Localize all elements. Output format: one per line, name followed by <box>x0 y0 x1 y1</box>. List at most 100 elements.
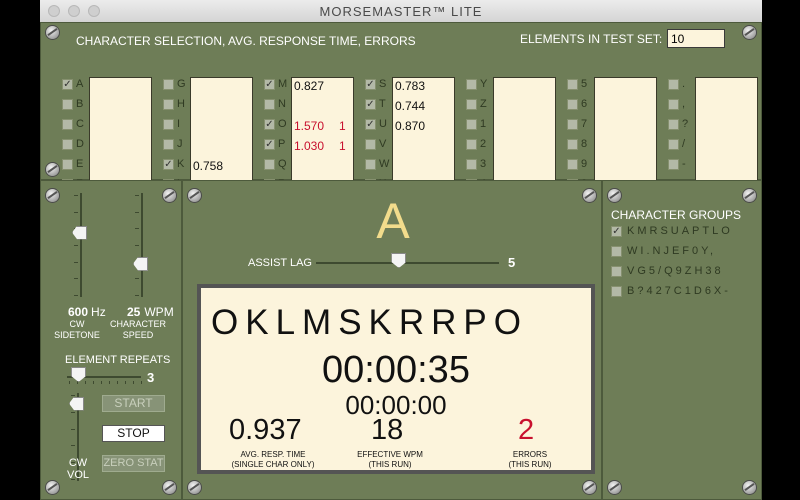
character-checkbox[interactable] <box>567 139 578 150</box>
response-time-list: 0.7580.925 <box>190 77 253 196</box>
screw-icon <box>46 481 59 494</box>
character-group-checkbox[interactable]: ✓ <box>611 226 622 237</box>
character-label: K <box>177 158 185 170</box>
speed-slider-thumb[interactable] <box>133 256 148 271</box>
screw-icon <box>163 481 176 494</box>
volume-label: CW VOL <box>66 457 89 481</box>
character-label: 9 <box>581 158 588 170</box>
character-checkbox[interactable] <box>567 79 578 90</box>
character-group-checkbox[interactable] <box>611 286 622 297</box>
character-checkbox[interactable] <box>466 139 477 150</box>
character-group-checkbox[interactable] <box>611 266 622 277</box>
response-time-value: 0.827 <box>294 79 325 93</box>
character-label: . <box>682 78 686 90</box>
character-label: Q <box>278 158 287 170</box>
character-groups-heading: CHARACTER GROUPS <box>611 208 742 222</box>
screw-icon <box>163 189 176 202</box>
assist-lag-label: ASSIST LAG <box>248 257 312 269</box>
character-label: A <box>76 78 84 90</box>
character-checkbox[interactable] <box>668 159 679 170</box>
character-checkbox[interactable] <box>567 99 578 110</box>
character-label: B <box>76 98 84 110</box>
character-label: 6 <box>581 98 588 110</box>
response-time-value: 0.758 <box>193 159 224 173</box>
character-label: - <box>682 158 686 170</box>
effective-wpm-label: EFFECTIVE WPM (THIS RUN) <box>357 450 423 469</box>
character-checkbox[interactable] <box>163 119 174 130</box>
title-bar: MORSEMASTER™ LITE <box>40 0 762 23</box>
character-checkbox[interactable]: ✓ <box>365 79 376 90</box>
character-label: Z <box>480 98 487 110</box>
element-repeats-slider-thumb[interactable] <box>71 367 87 382</box>
character-label: 1 <box>480 118 487 130</box>
character-checkbox[interactable]: ✓ <box>264 119 275 130</box>
errors-label: ERRORS (THIS RUN) <box>508 450 552 469</box>
character-label: 5 <box>581 78 588 90</box>
selection-heading: CHARACTER SELECTION, AVG. RESPONSE TIME,… <box>76 34 416 48</box>
character-checkbox[interactable] <box>62 139 73 150</box>
stop-button[interactable]: STOP <box>102 425 165 442</box>
response-time-value: 0.870 <box>395 119 426 133</box>
character-checkbox[interactable] <box>163 99 174 110</box>
character-checkbox[interactable] <box>567 159 578 170</box>
screw-icon <box>188 481 201 494</box>
readout-screen: OKLMSKRRPO 00:00:35 00:00:00 0.937 18 2 … <box>197 284 595 474</box>
character-checkbox[interactable] <box>264 99 275 110</box>
character-checkbox[interactable]: ✓ <box>264 79 275 90</box>
character-label: D <box>76 138 84 150</box>
assist-lag-slider-thumb[interactable] <box>391 253 407 268</box>
character-label: 7 <box>581 118 588 130</box>
character-group-checkbox[interactable] <box>611 246 622 257</box>
character-checkbox[interactable] <box>668 99 679 110</box>
errors-value: 2 <box>518 414 535 446</box>
character-checkbox[interactable]: ✓ <box>264 139 275 150</box>
screw-icon <box>583 481 596 494</box>
character-checkbox[interactable] <box>163 79 174 90</box>
screw-icon <box>46 163 59 176</box>
character-label: T <box>379 98 386 110</box>
character-checkbox[interactable] <box>567 119 578 130</box>
response-time-value: 1.030 <box>294 139 325 153</box>
elements-in-test-set-input[interactable] <box>667 29 725 48</box>
character-checkbox[interactable] <box>365 139 376 150</box>
character-checkbox[interactable] <box>62 159 73 170</box>
current-character: A <box>376 193 410 249</box>
character-checkbox[interactable] <box>62 119 73 130</box>
display-panel: A ASSIST LAG 5 OKLMSKRRPO 00:00:35 00:00… <box>182 180 602 500</box>
character-checkbox[interactable] <box>264 159 275 170</box>
start-button[interactable]: START <box>102 395 165 412</box>
character-checkbox[interactable] <box>668 79 679 90</box>
response-time-list <box>493 77 556 196</box>
character-checkbox[interactable] <box>466 119 477 130</box>
response-time-value: 0.783 <box>395 79 426 93</box>
character-checkbox[interactable]: ✓ <box>365 99 376 110</box>
character-checkbox[interactable] <box>668 119 679 130</box>
volume-slider-thumb[interactable] <box>69 396 84 411</box>
character-checkbox[interactable] <box>163 139 174 150</box>
character-checkbox[interactable] <box>365 159 376 170</box>
avg-response-label: AVG. RESP. TIME (SINGLE CHAR ONLY) <box>231 450 315 469</box>
zero-stat-button[interactable]: ZERO STAT <box>102 455 165 472</box>
character-checkbox[interactable]: ✓ <box>365 119 376 130</box>
character-checkbox[interactable] <box>466 99 477 110</box>
controls-panel: 600 Hz 25 WPM CW SIDETONE CHARACTER SPEED … <box>40 180 182 500</box>
character-checkbox[interactable]: ✓ <box>163 159 174 170</box>
character-checkbox[interactable] <box>466 159 477 170</box>
character-checkbox[interactable]: ✓ <box>62 79 73 90</box>
character-label: W <box>379 158 390 170</box>
screw-icon <box>608 189 621 202</box>
character-label: , <box>682 98 686 110</box>
character-label: 2 <box>480 138 487 150</box>
effective-wpm-value: 18 <box>371 414 404 446</box>
screw-icon <box>743 189 756 202</box>
character-label: U <box>379 118 387 130</box>
app-window: MORSEMASTER™ LITE CHARACTER SELECTION, A… <box>40 0 762 500</box>
sidetone-label: CW SIDETONE <box>54 319 100 340</box>
character-label: 3 <box>480 158 487 170</box>
character-groups-panel: CHARACTER GROUPS ✓ KMRSUAPTLO WI.NJEF0Y, VG… <box>602 180 762 500</box>
character-checkbox[interactable] <box>466 79 477 90</box>
character-checkbox[interactable] <box>668 139 679 150</box>
speed-label: CHARACTER SPEED <box>109 319 166 340</box>
character-checkbox[interactable] <box>62 99 73 110</box>
character-label: / <box>682 138 686 150</box>
